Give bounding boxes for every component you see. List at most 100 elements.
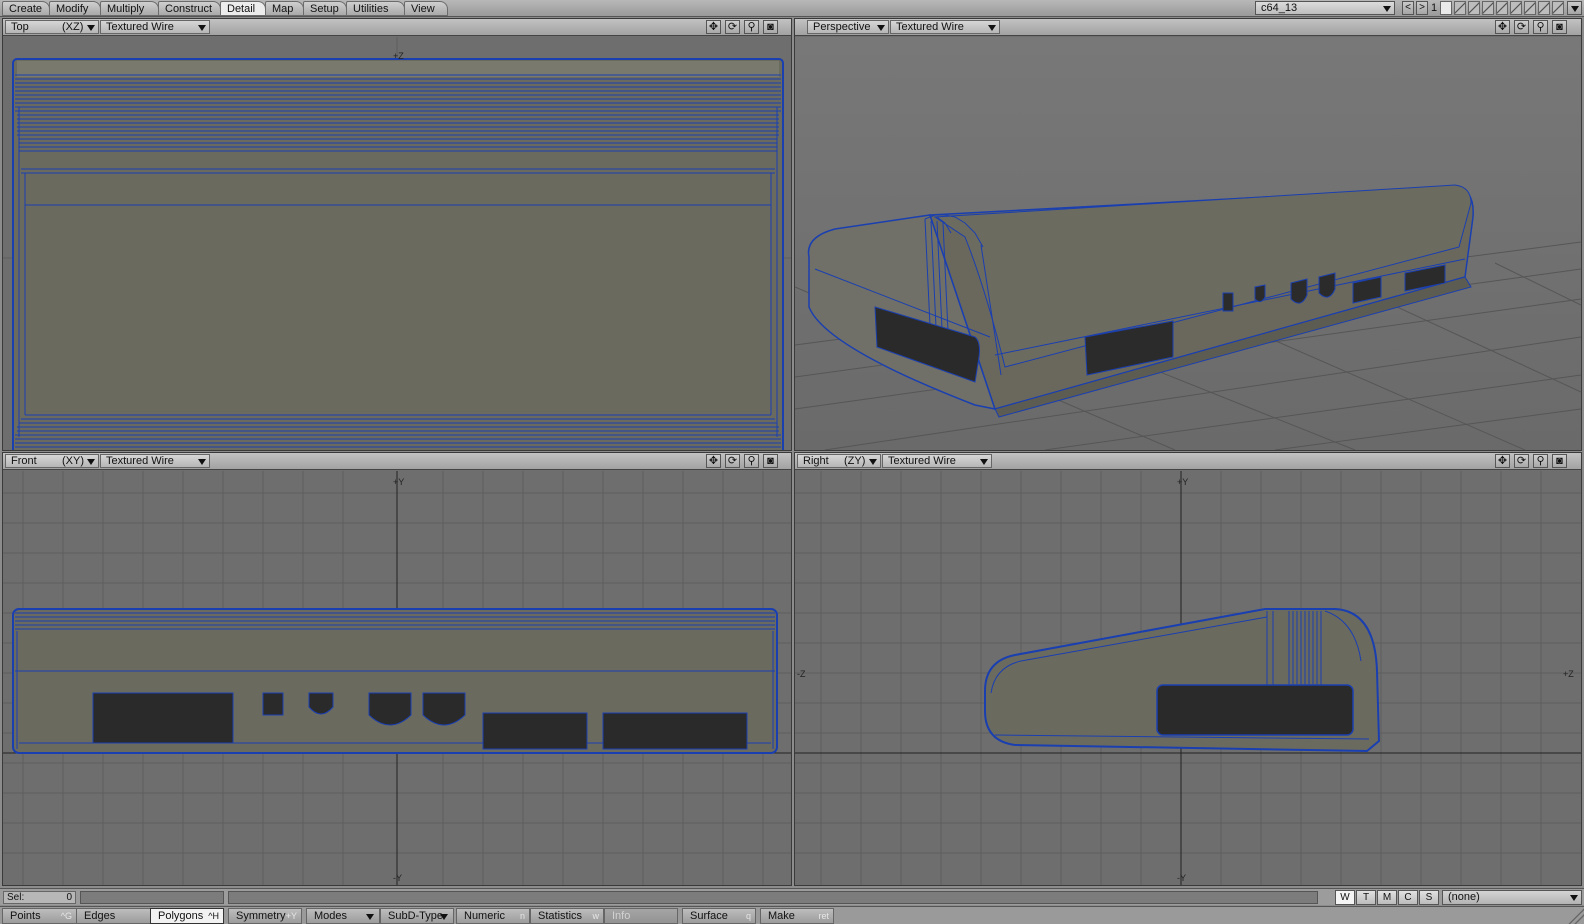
tab-view[interactable]: View	[404, 1, 448, 16]
render-mode-label: Textured Wire	[106, 21, 174, 33]
layer-slot-5[interactable]	[1496, 1, 1508, 15]
edges-mode-button[interactable]: Edges	[76, 908, 151, 924]
button-label: Info	[612, 910, 631, 922]
layer-next-button[interactable]: >	[1416, 1, 1428, 15]
wtmcs-t-button[interactable]: T	[1356, 890, 1376, 905]
chevron-down-icon	[1383, 6, 1391, 12]
hotkey-label: ret	[818, 911, 829, 921]
button-label: Statistics	[538, 910, 583, 922]
rotate-icon[interactable]: ⟳	[1514, 454, 1529, 468]
selection-label: Sel:	[7, 892, 25, 903]
tab-map[interactable]: Map	[265, 1, 304, 16]
rotate-icon[interactable]: ⟳	[1514, 20, 1529, 34]
wtmcs-w-button[interactable]: W	[1335, 890, 1355, 905]
render-mode-select[interactable]: Textured Wire	[100, 454, 210, 468]
view-type-select[interactable]: Top (XZ)	[5, 20, 99, 34]
hotkey-label: +Y	[285, 911, 297, 921]
maximize-icon[interactable]: ◙	[763, 20, 778, 34]
button-label: Polygons	[158, 910, 204, 922]
perspective-drawing	[795, 37, 1581, 450]
rotate-icon[interactable]: ⟳	[725, 454, 740, 468]
layer-slot-8[interactable]	[1538, 1, 1550, 15]
maximize-icon[interactable]: ◙	[1552, 20, 1567, 34]
viewport-canvas[interactable]: +Y -Y -Z +Z	[795, 471, 1581, 885]
info-button[interactable]: Info	[604, 908, 678, 924]
zoom-icon[interactable]: ⚲	[744, 20, 759, 34]
maximize-icon[interactable]: ◙	[1552, 454, 1567, 468]
move-icon[interactable]: ✥	[706, 20, 721, 34]
layer-slot-7[interactable]	[1524, 1, 1536, 15]
chevron-down-icon	[877, 25, 885, 31]
tab-multiply[interactable]: Multiply	[100, 1, 159, 16]
wtmcs-s-button[interactable]: S	[1419, 890, 1439, 905]
move-icon[interactable]: ✥	[706, 454, 721, 468]
hotkey-label: q	[745, 911, 751, 921]
viewport-right[interactable]: Right (ZY) Textured Wire ✥ ⟳ ⚲ ◙ +Y -Y -…	[794, 452, 1582, 886]
right-view-drawing: +Y -Y -Z +Z	[795, 471, 1581, 885]
tab-utilities[interactable]: Utilities	[346, 1, 405, 16]
chevron-down-icon	[440, 914, 448, 920]
zoom-icon[interactable]: ⚲	[744, 454, 759, 468]
maximize-icon[interactable]: ◙	[763, 454, 778, 468]
chevron-down-icon	[980, 459, 988, 465]
render-mode-select[interactable]: Textured Wire	[882, 454, 992, 468]
view-type-label: Perspective	[813, 21, 871, 33]
viewport-canvas[interactable]: +Z -Z	[3, 37, 791, 450]
layer-slot-6[interactable]	[1510, 1, 1522, 15]
wtmcs-m-button[interactable]: M	[1377, 890, 1397, 905]
viewport-canvas[interactable]	[795, 37, 1581, 450]
render-mode-select[interactable]: Textured Wire	[890, 20, 1000, 34]
polygons-mode-button[interactable]: Polygons ^H	[150, 908, 224, 924]
axis-label-up: +Y	[393, 477, 404, 487]
button-label: SubD-Type	[388, 910, 444, 922]
viewport-perspective[interactable]: Perspective Textured Wire ✥ ⟳ ⚲ ◙	[794, 18, 1582, 451]
layer-slot-9[interactable]	[1552, 1, 1564, 15]
rotate-icon[interactable]: ⟳	[725, 20, 740, 34]
layer-slot-4[interactable]	[1482, 1, 1494, 15]
viewport-top[interactable]: Top (XZ) Textured Wire ✥ ⟳ ⚲ ◙ +Z	[2, 18, 792, 451]
surface-button[interactable]: Surface q	[682, 908, 756, 924]
button-label: Edges	[84, 910, 116, 922]
tab-setup[interactable]: Setup	[303, 1, 347, 16]
view-type-select[interactable]: Front (XY)	[5, 454, 99, 468]
info-field	[80, 891, 224, 904]
make-button[interactable]: Make ret	[760, 908, 834, 924]
selection-count: 0	[66, 892, 72, 903]
front-view-drawing: +Y -Y	[3, 471, 791, 885]
numeric-button[interactable]: Numeric n	[456, 908, 530, 924]
viewport-header: Perspective Textured Wire ✥ ⟳ ⚲ ◙	[795, 19, 1581, 36]
viewport-canvas[interactable]: +Y -Y	[3, 471, 791, 885]
layer-prev-button[interactable]: <	[1402, 1, 1414, 15]
zoom-icon[interactable]: ⚲	[1533, 454, 1548, 468]
move-icon[interactable]: ✥	[1495, 20, 1510, 34]
object-selector[interactable]: c64_13	[1255, 1, 1395, 15]
render-mode-select[interactable]: Textured Wire	[100, 20, 210, 34]
move-icon[interactable]: ✥	[1495, 454, 1510, 468]
axis-label-left: -Z	[797, 669, 806, 679]
tab-detail[interactable]: Detail	[220, 1, 266, 16]
layer-slot-1[interactable]	[1440, 1, 1452, 15]
layer-slot-2[interactable]	[1454, 1, 1466, 15]
layer-menu-button[interactable]	[1567, 1, 1582, 15]
resize-grip-icon[interactable]	[1568, 908, 1584, 924]
axis-label-up: +Z	[393, 51, 404, 61]
view-type-select[interactable]: Right (ZY)	[797, 454, 881, 468]
viewport-header: Front (XY) Textured Wire ✥ ⟳ ⚲ ◙	[3, 453, 791, 470]
surface-selector[interactable]: (none)	[1442, 890, 1582, 905]
subd-type-dropdown[interactable]: SubD-Type	[380, 908, 454, 924]
viewport-front[interactable]: Front (XY) Textured Wire ✥ ⟳ ⚲ ◙ +Y -Y	[2, 452, 792, 886]
wtmcs-c-button[interactable]: C	[1398, 890, 1418, 905]
tab-create[interactable]: Create	[2, 1, 50, 16]
zoom-icon[interactable]: ⚲	[1533, 20, 1548, 34]
hotkey-label: w	[592, 911, 600, 921]
statistics-button[interactable]: Statistics w	[530, 908, 604, 924]
symmetry-button[interactable]: Symmetry +Y	[228, 908, 302, 924]
modes-dropdown[interactable]: Modes	[306, 908, 380, 924]
points-mode-button[interactable]: Points ^G	[2, 908, 77, 924]
view-type-select[interactable]: Perspective	[807, 20, 889, 34]
tab-modify[interactable]: Modify	[49, 1, 101, 16]
layer-slot-3[interactable]	[1468, 1, 1480, 15]
button-label: Symmetry	[236, 910, 286, 922]
tab-construct[interactable]: Construct	[158, 1, 221, 16]
view-axes-label: (ZY)	[844, 455, 866, 467]
